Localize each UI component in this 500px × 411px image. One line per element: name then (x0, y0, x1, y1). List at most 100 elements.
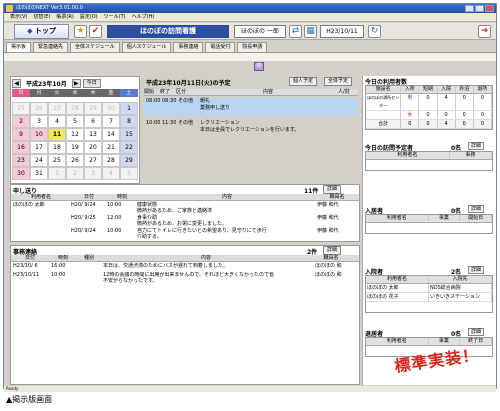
col-date: 日付 (24, 255, 35, 261)
calendar-day[interactable]: 23 (12, 154, 30, 167)
calendar-day[interactable]: 28 (66, 102, 84, 115)
tab-bulletin[interactable]: 掲示板 (6, 42, 32, 52)
schedule-row[interactable]: 10:00 11:30 その他 レクリエーション (146, 120, 340, 127)
handover-row[interactable]: H20/ 9/24 10:00 自力にてトイレに行きたいとの希望あり、見守りにて… (13, 228, 357, 235)
calendar-day[interactable]: 5 (120, 167, 138, 180)
menu-forms[interactable]: 帳票(R) (56, 13, 73, 21)
prev-month-button[interactable]: ◀ (12, 78, 21, 88)
calendar-day[interactable]: 1 (48, 167, 66, 180)
calendar-day[interactable]: 29 (84, 102, 102, 115)
star-icon[interactable]: ★ (74, 25, 87, 38)
calendar-day[interactable]: 6 (84, 115, 102, 128)
status-bar: Ready (4, 386, 496, 392)
user-switch-icon[interactable]: ⇄ (289, 25, 302, 38)
calendar-icon[interactable]: ▦ (304, 25, 317, 38)
residents-header: 利用者名 事業 開始日 (366, 215, 492, 223)
col-user: 利用者名 (30, 194, 51, 200)
hospitalized-row[interactable]: ほのぼの 太郎 NDS総合病院 (366, 284, 492, 293)
calendar-day[interactable]: 1 (120, 102, 138, 115)
personal-schedule-button[interactable]: 個人予定 (289, 77, 318, 86)
exit-icon[interactable]: ➜ (478, 25, 491, 38)
hospitalized-detail-button[interactable]: 詳細 (468, 266, 485, 274)
calendar-day[interactable]: 30 (102, 102, 120, 115)
calendar-day[interactable]: 17 (30, 141, 48, 154)
calendar-day[interactable]: 8 (120, 115, 138, 128)
hospitalized-row[interactable]: ほのぼの 花子 いきいきステーション (366, 293, 492, 302)
calendar-day[interactable]: 5 (66, 115, 84, 128)
calendar-day[interactable]: 27 (48, 102, 66, 115)
calendar-day[interactable]: 21 (102, 141, 120, 154)
calendar-day[interactable]: 22 (120, 141, 138, 154)
menu-help[interactable]: ヘルプ(H) (132, 13, 155, 21)
usage-row-total: 合計 0 0 4 0 0 (366, 120, 492, 129)
value: 0 (456, 94, 474, 110)
calendar-day[interactable]: 9 (12, 128, 30, 141)
calendar-day[interactable]: 4 (102, 167, 120, 180)
top-button[interactable]: ◆ トップ (14, 24, 69, 39)
refresh-icon[interactable]: ↻ (368, 25, 381, 38)
calendar-day[interactable]: 7 (102, 115, 120, 128)
calendar-day[interactable]: 28 (102, 154, 120, 167)
menu-switch[interactable]: 切替(E) (33, 13, 50, 21)
calendar-day[interactable]: 25 (12, 102, 30, 115)
close-panel-button[interactable]: 閉 (254, 62, 264, 71)
date-field[interactable]: H23/10/11 (320, 25, 364, 38)
office-notice-detail-button[interactable]: 詳細 (323, 246, 342, 255)
tab-personal-schedule[interactable]: 個人スケジュール (121, 42, 172, 52)
today-button[interactable]: 今日 (82, 78, 101, 88)
check-icon[interactable]: ✔ (89, 25, 102, 38)
residents-detail-button[interactable]: 詳細 (468, 205, 485, 213)
col-overnight: 外泊 (456, 86, 474, 93)
calendar-day[interactable]: 29 (120, 154, 138, 167)
schedule-row[interactable]: 08:00 08:30 その他 朝礼 (146, 98, 340, 105)
close-button[interactable] (485, 5, 494, 12)
calendar-day[interactable]: 15 (120, 128, 138, 141)
calendar-day[interactable]: 24 (30, 154, 48, 167)
calendar-day[interactable]: 3 (30, 115, 48, 128)
discharged-detail-button[interactable]: 詳細 (468, 328, 485, 336)
calendar-day[interactable]: 18 (48, 141, 66, 154)
tab-emergency[interactable]: 緊急連絡先 (33, 42, 69, 52)
office-notice-row[interactable]: H23/10/ 6 16:00 本日は、交通渋滞のためにバスが遅れて到着しました… (13, 263, 355, 270)
calendar-day[interactable]: 10 (30, 128, 48, 141)
maximize-button[interactable] (475, 5, 484, 12)
menu-settings[interactable]: 設定(O) (80, 13, 98, 21)
calendar-dow-label: 火 (48, 89, 66, 97)
all-schedule-button[interactable]: 全体予定 (324, 77, 353, 86)
menu-view[interactable]: 表示(V) (10, 13, 27, 21)
calendar-day[interactable]: 3 (84, 167, 102, 180)
menu-tools[interactable]: ツール(T) (104, 13, 126, 21)
calendar-day[interactable]: 26 (30, 102, 48, 115)
calendar-day[interactable]: 30 (12, 167, 30, 180)
visit-plan-detail-button[interactable]: 詳細 (468, 142, 485, 150)
tab-all-schedule[interactable]: 全体スケジュール (70, 42, 120, 52)
col-person: 人/対 (338, 89, 350, 95)
handover-row-detail: 微熱があるため、お粥に変更しました。 (137, 221, 227, 228)
calendar-day[interactable]: 19 (66, 141, 84, 154)
minimize-button[interactable] (465, 5, 474, 12)
tab-application[interactable]: 院長申請 (237, 42, 268, 52)
calendar-day[interactable]: 26 (66, 154, 84, 167)
calendar-day[interactable]: 12 (66, 128, 84, 141)
calendar-day[interactable]: 11 (48, 128, 66, 141)
date: H23/10/11 (13, 272, 40, 278)
col-user: 利用者名 (366, 215, 429, 222)
calendar-day[interactable]: 20 (84, 141, 102, 154)
user-name (13, 228, 71, 235)
tab-office-notice[interactable]: 事務連絡 (173, 42, 204, 52)
calendar-day[interactable]: 25 (48, 154, 66, 167)
tab-phone[interactable]: 電話受付 (205, 42, 236, 52)
office-notice-row[interactable]: H23/10/11 10:00 12時の会議の時間に出席が出来ませんので、それほ… (13, 272, 355, 279)
calendar-day[interactable]: 14 (102, 128, 120, 141)
next-month-button[interactable]: ▶ (71, 78, 81, 88)
calendar-day[interactable]: 31 (30, 167, 48, 180)
calendar-day[interactable]: 2 (66, 167, 84, 180)
content: 朝礼 (200, 98, 211, 104)
calendar-day[interactable]: 2 (12, 115, 30, 128)
calendar-day[interactable]: 13 (84, 128, 102, 141)
handover-detail-button[interactable]: 詳細 (323, 185, 342, 194)
calendar-day[interactable]: 4 (48, 115, 66, 128)
calendar-day[interactable]: 16 (12, 141, 30, 154)
calendar-day[interactable]: 27 (84, 154, 102, 167)
col-date: 日付 (83, 194, 94, 200)
